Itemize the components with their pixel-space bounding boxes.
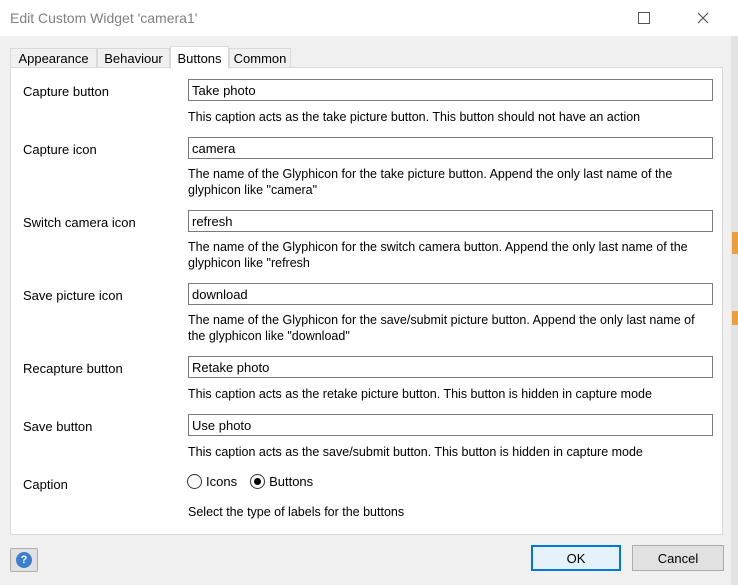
close-button[interactable] (680, 0, 726, 36)
capture-button-description: This caption acts as the take picture bu… (188, 110, 641, 124)
switch-camera-icon-input[interactable] (188, 210, 713, 232)
edge-accent (732, 311, 738, 325)
maximize-icon (638, 12, 650, 24)
tab-behaviour[interactable]: Behaviour (97, 48, 170, 68)
capture-button-label: Capture button (23, 84, 110, 99)
ok-button[interactable]: OK (531, 545, 621, 571)
recapture-button-label: Recapture button (23, 361, 123, 376)
tab-common[interactable]: Common (229, 48, 291, 68)
caption-radio-group: Icons Buttons (187, 474, 326, 489)
capture-button-input[interactable] (188, 79, 713, 101)
switch-camera-icon-label: Switch camera icon (23, 215, 136, 230)
radio-selected-dot (254, 478, 262, 485)
recapture-button-input[interactable] (188, 356, 713, 378)
help-icon: ? (16, 552, 32, 568)
close-icon (697, 12, 709, 24)
save-picture-icon-input[interactable] (188, 283, 713, 305)
capture-icon-input[interactable] (188, 137, 713, 159)
window-title: Edit Custom Widget 'camera1' (10, 10, 198, 26)
save-picture-icon-description: The name of the Glyphicon for the save/s… (188, 313, 695, 343)
help-button[interactable]: ? (10, 548, 38, 572)
switch-camera-icon-description: The name of the Glyphicon for the switch… (188, 240, 688, 270)
tab-buttons[interactable]: Buttons (170, 46, 229, 69)
window-edge (731, 36, 738, 585)
radio-icons-label: Icons (206, 474, 238, 489)
radio-buttons[interactable]: Buttons (250, 474, 313, 489)
radio-button-selected[interactable] (250, 474, 266, 489)
capture-icon-description: The name of the Glyphicon for the take p… (188, 167, 673, 197)
maximize-button[interactable] (621, 0, 667, 36)
caption-label: Caption (23, 477, 68, 492)
save-button-input[interactable] (188, 414, 713, 436)
radio-buttons-label: Buttons (269, 474, 314, 489)
tab-appearance[interactable]: Appearance (10, 48, 97, 68)
buttons-panel: Capture button This caption acts as the … (10, 67, 723, 535)
recapture-button-description: This caption acts as the retake picture … (188, 387, 652, 401)
save-button-label: Save button (23, 419, 93, 434)
edge-accent (732, 232, 738, 254)
capture-icon-label: Capture icon (23, 142, 97, 157)
radio-icons[interactable]: Icons (187, 474, 237, 489)
cancel-button[interactable]: Cancel (632, 545, 724, 571)
save-picture-icon-label: Save picture icon (23, 288, 123, 303)
caption-description: Select the type of labels for the button… (188, 505, 405, 519)
dialog-footer: ? OK Cancel (0, 535, 731, 585)
title-bar: Edit Custom Widget 'camera1' (0, 0, 738, 36)
radio-button-unselected[interactable] (187, 474, 202, 489)
save-button-description: This caption acts as the save/submit but… (188, 445, 643, 459)
